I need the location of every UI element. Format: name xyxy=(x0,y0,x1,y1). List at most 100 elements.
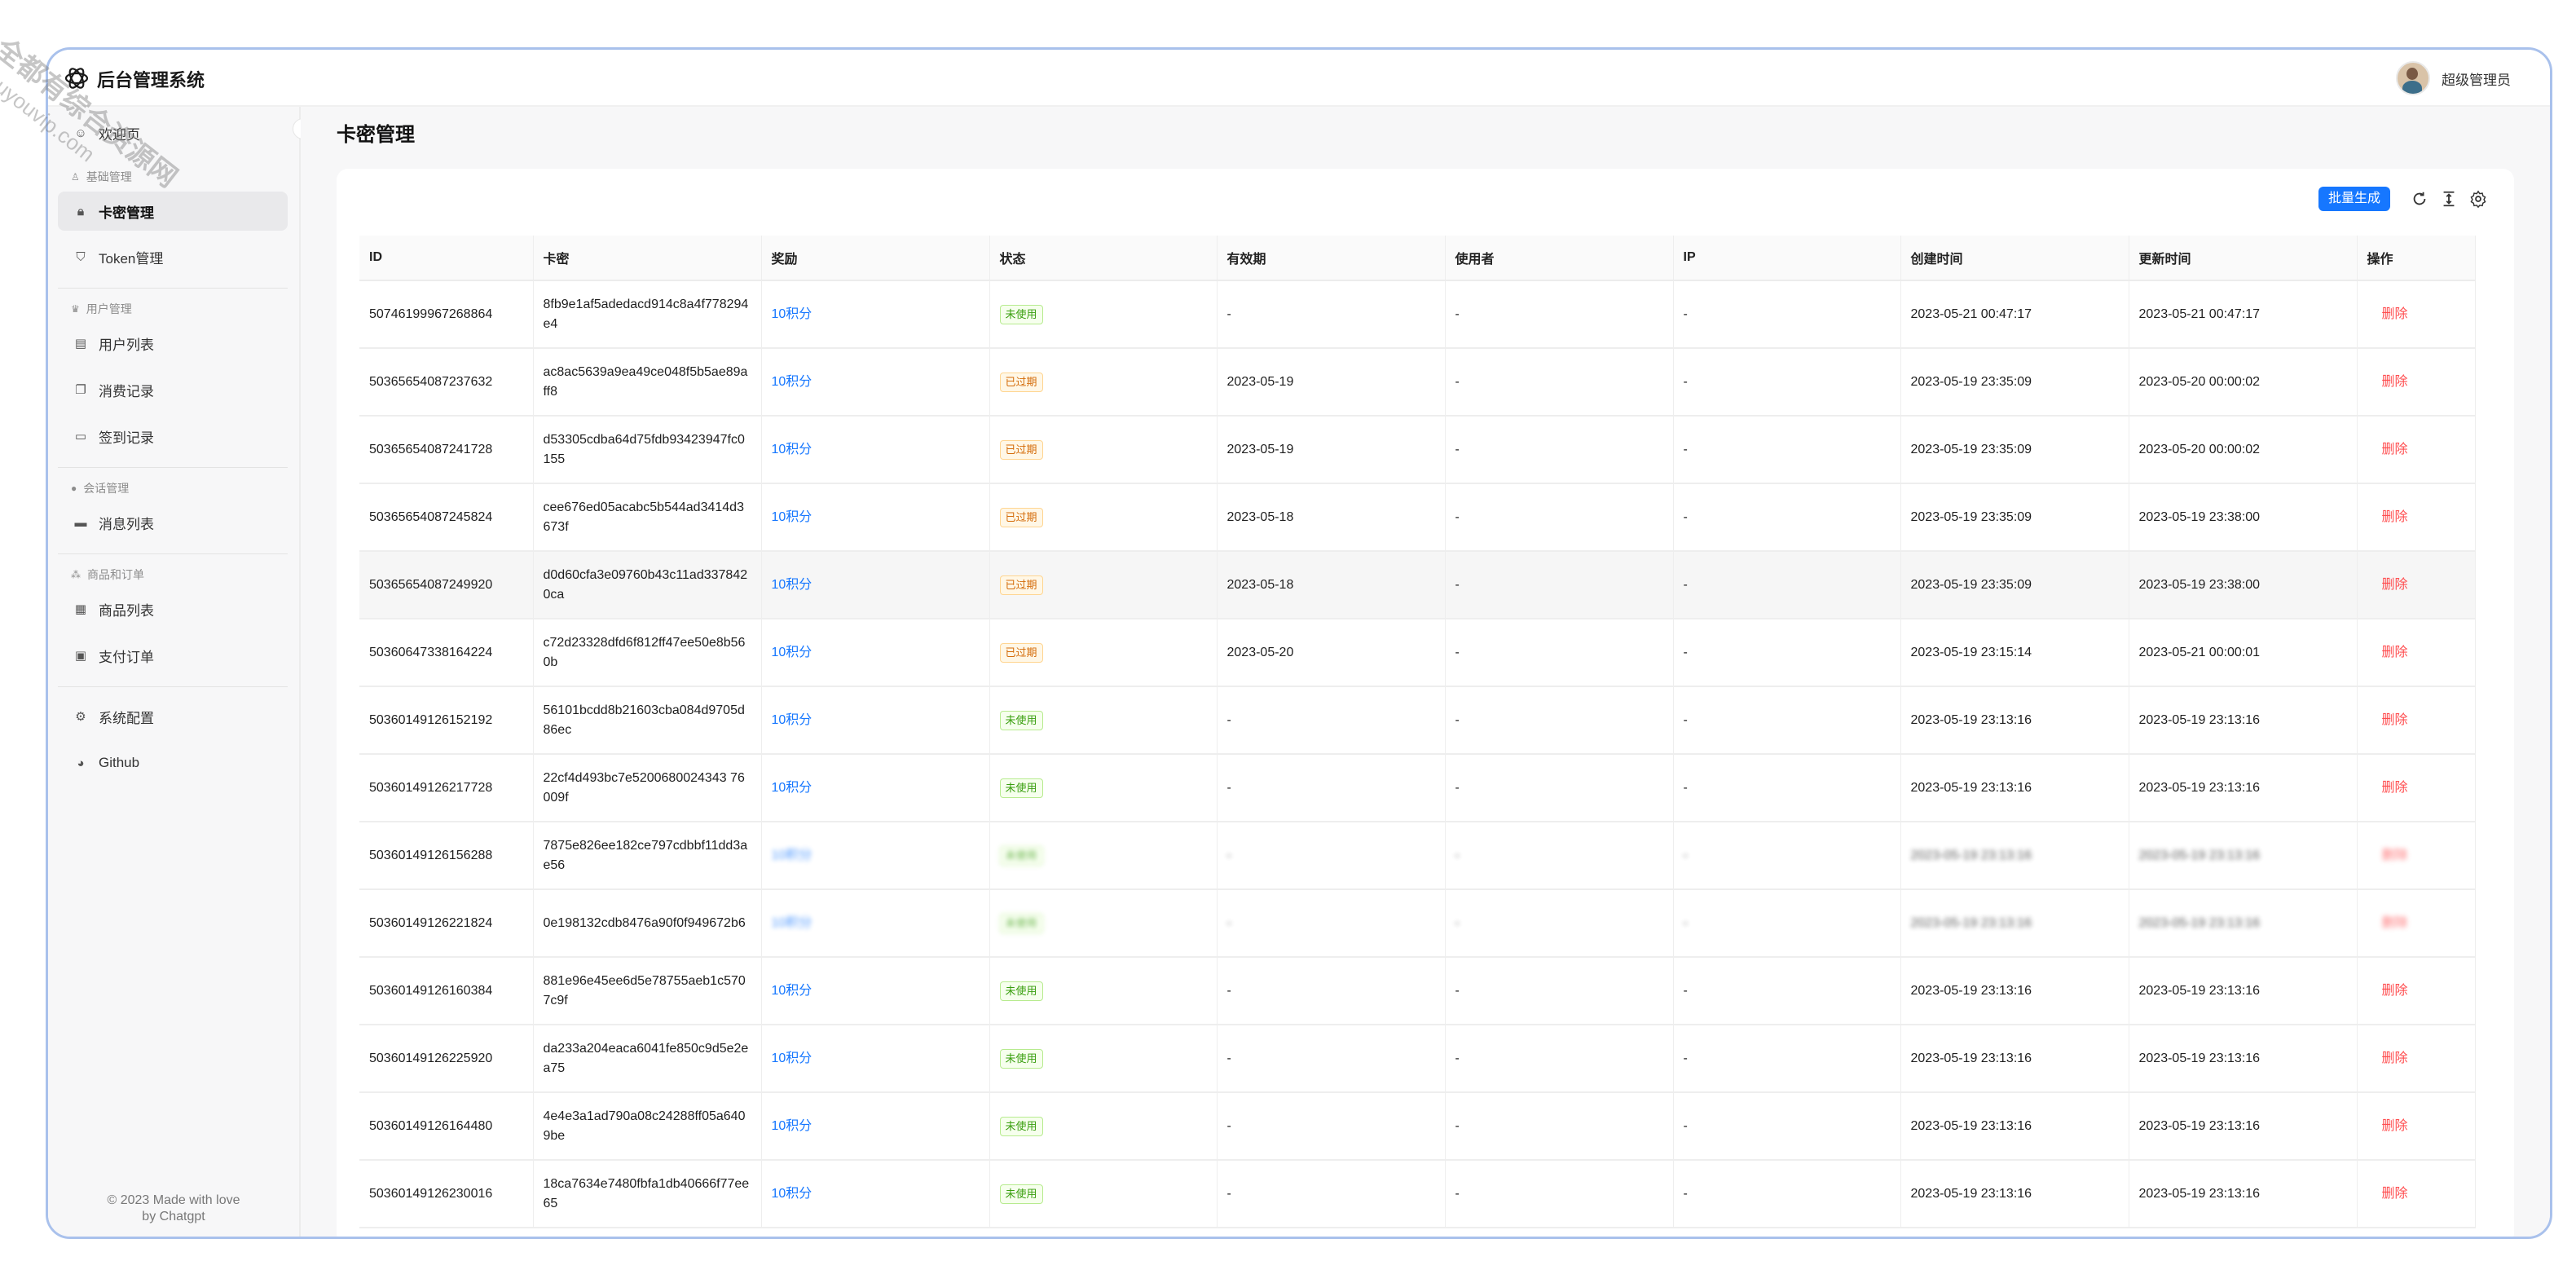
delete-link[interactable]: 删除 xyxy=(2367,846,2465,866)
col-header[interactable]: IP xyxy=(1673,236,1901,281)
sidebar-item-user-list[interactable]: ▤ 用户列表 xyxy=(58,324,288,363)
cell-action[interactable]: 删除 xyxy=(2357,551,2476,619)
sidebar-item-label: 消费记录 xyxy=(99,383,154,399)
delete-link[interactable]: 删除 xyxy=(2367,981,2465,1001)
cell-reward[interactable]: 10积分 xyxy=(761,280,990,349)
reward-link[interactable]: 10积分 xyxy=(772,713,812,727)
cell-action[interactable]: 删除 xyxy=(2357,483,2476,552)
delete-link[interactable]: 删除 xyxy=(2367,1117,2465,1136)
cell-action[interactable]: 删除 xyxy=(2357,619,2476,687)
cell-reward[interactable]: 10积分 xyxy=(761,822,990,890)
reward-link[interactable]: 10积分 xyxy=(772,1187,812,1201)
cell-action[interactable]: 删除 xyxy=(2357,348,2476,417)
batch-generate-button[interactable]: 批量生成 xyxy=(2318,187,2390,211)
cell-validity: - xyxy=(1217,754,1446,822)
reward-link[interactable]: 10积分 xyxy=(772,916,812,930)
col-header[interactable]: 更新时间 xyxy=(2129,236,2358,281)
column-height-icon[interactable] xyxy=(2437,187,2460,210)
cell-text: - xyxy=(1226,712,1231,727)
cell-user: - xyxy=(1445,280,1674,349)
sidebar-item-checkin[interactable]: ▭ 签到记录 xyxy=(58,417,288,456)
reward-link[interactable]: 10积分 xyxy=(772,1052,812,1065)
cell-reward[interactable]: 10积分 xyxy=(761,619,990,687)
sidebar-item-orders[interactable]: ▣ 支付订单 xyxy=(58,636,288,675)
cell-reward[interactable]: 10积分 xyxy=(761,1025,990,1093)
col-header[interactable]: 奖励 xyxy=(761,236,990,281)
reload-icon[interactable] xyxy=(2408,187,2431,210)
avatar[interactable] xyxy=(2396,61,2430,95)
cell-action[interactable]: 删除 xyxy=(2357,1025,2476,1093)
cell-updated: 2023-05-19 23:13:16 xyxy=(2129,1092,2358,1161)
cell-action[interactable]: 删除 xyxy=(2357,754,2476,822)
user-name[interactable]: 超级管理员 xyxy=(2442,68,2511,89)
cell-action[interactable]: 删除 xyxy=(2357,416,2476,484)
reward-link[interactable]: 10积分 xyxy=(772,510,812,524)
cell-action[interactable]: 删除 xyxy=(2357,889,2476,958)
cell-id: 50360149126152192 xyxy=(359,686,534,755)
reward-link[interactable]: 10积分 xyxy=(772,781,812,795)
cell-reward[interactable]: 10积分 xyxy=(761,1092,990,1161)
sidebar-item-consumption[interactable]: ❐ 消费记录 xyxy=(58,370,288,409)
cell-text: 2023-05-19 23:13:16 xyxy=(1910,1118,2032,1133)
reward-link[interactable]: 10积分 xyxy=(772,307,812,321)
delete-link[interactable]: 删除 xyxy=(2367,711,2465,730)
delete-link[interactable]: 删除 xyxy=(2367,643,2465,663)
delete-link[interactable]: 删除 xyxy=(2367,778,2465,798)
setting-icon[interactable] xyxy=(2467,187,2490,210)
delete-link[interactable]: 删除 xyxy=(2367,1184,2465,1204)
cell-text: 881e96e45ee6d5e78755aeb1c5707c9f xyxy=(543,973,746,1007)
delete-link[interactable]: 删除 xyxy=(2367,575,2465,595)
reward-link[interactable]: 10积分 xyxy=(772,646,812,659)
cell-reward[interactable]: 10积分 xyxy=(761,551,990,619)
cell-key: 22cf4d493bc7e5200680024343 76009f xyxy=(533,754,762,822)
delete-link[interactable]: 删除 xyxy=(2367,914,2465,933)
cell-reward[interactable]: 10积分 xyxy=(761,957,990,1025)
reward-link[interactable]: 10积分 xyxy=(772,375,812,389)
sidebar-item-label: 支付订单 xyxy=(99,649,154,665)
col-header[interactable]: 操作 xyxy=(2357,236,2476,281)
sidebar-item-card-keys[interactable]: 🔒︎ 卡密管理 xyxy=(58,192,288,231)
status-badge: 未使用 xyxy=(999,913,1043,933)
cell-action[interactable]: 删除 xyxy=(2357,957,2476,1025)
col-header[interactable]: 卡密 xyxy=(533,236,762,281)
cell-action[interactable]: 删除 xyxy=(2357,1092,2476,1161)
sidebar-item-label: 用户列表 xyxy=(99,337,154,353)
cell-reward[interactable]: 10积分 xyxy=(761,686,990,755)
cell-reward[interactable]: 10积分 xyxy=(761,483,990,552)
cell-action[interactable]: 删除 xyxy=(2357,1160,2476,1228)
group-label-sessions: ● 会话管理 xyxy=(71,482,130,495)
sidebar-item-github[interactable]: ◕ Github xyxy=(58,743,288,783)
cell-reward[interactable]: 10积分 xyxy=(761,754,990,822)
sidebar-item-tokens[interactable]: ⛉ Token管理 xyxy=(58,237,288,276)
cell-user: - xyxy=(1445,483,1674,552)
cell-reward[interactable]: 10积分 xyxy=(761,348,990,417)
cell-text: 2023-05-19 23:13:16 xyxy=(1910,848,2032,862)
sidebar-item-messages[interactable]: ▬ 消息列表 xyxy=(58,503,288,542)
col-header[interactable]: 创建时间 xyxy=(1900,236,2129,281)
sidebar-item-settings[interactable]: ⚙ 系统配置 xyxy=(58,697,288,736)
cell-action[interactable]: 删除 xyxy=(2357,280,2476,349)
delete-link[interactable]: 删除 xyxy=(2367,1049,2465,1069)
col-header[interactable]: 有效期 xyxy=(1217,236,1446,281)
reward-link[interactable]: 10积分 xyxy=(772,1119,812,1133)
col-header[interactable]: 使用者 xyxy=(1445,236,1674,281)
col-header[interactable]: ID xyxy=(359,236,534,281)
reward-link[interactable]: 10积分 xyxy=(772,578,812,592)
reward-link[interactable]: 10积分 xyxy=(772,984,812,998)
user-menu[interactable]: 超级管理员 xyxy=(2396,61,2511,95)
reward-link[interactable]: 10积分 xyxy=(772,443,812,456)
cell-reward[interactable]: 10积分 xyxy=(761,416,990,484)
cell-action[interactable]: 删除 xyxy=(2357,822,2476,890)
delete-link[interactable]: 删除 xyxy=(2367,508,2465,527)
sidebar-item-products[interactable]: ▦ 商品列表 xyxy=(58,589,288,628)
cell-reward[interactable]: 10积分 xyxy=(761,1160,990,1228)
cell-validity: 2023-05-19 xyxy=(1217,348,1446,417)
delete-link[interactable]: 删除 xyxy=(2367,305,2465,324)
cell-user: - xyxy=(1445,619,1674,687)
delete-link[interactable]: 删除 xyxy=(2367,440,2465,460)
delete-link[interactable]: 删除 xyxy=(2367,373,2465,392)
col-header[interactable]: 状态 xyxy=(989,236,1218,281)
cell-action[interactable]: 删除 xyxy=(2357,686,2476,755)
cell-reward[interactable]: 10积分 xyxy=(761,889,990,958)
reward-link[interactable]: 10积分 xyxy=(772,849,812,862)
